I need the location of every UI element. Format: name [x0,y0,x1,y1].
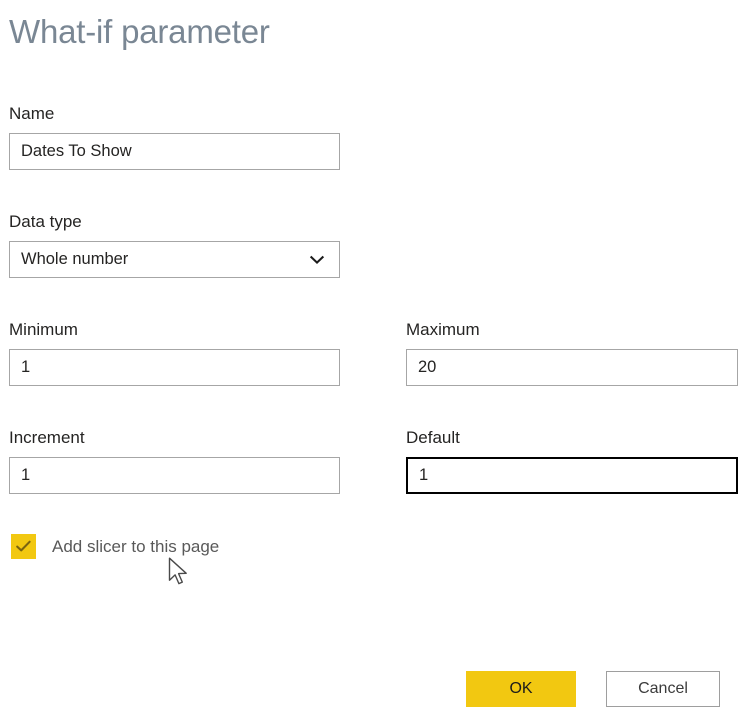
mouse-cursor [168,557,190,589]
cancel-button[interactable]: Cancel [606,671,720,707]
field-label-increment: Increment [9,428,85,447]
page-title: What-if parameter [9,13,270,50]
add-slicer-checkbox-row[interactable]: Add slicer to this page [11,534,219,559]
default-input[interactable]: 1 [406,457,738,494]
chevron-down-icon [308,251,326,269]
field-default: Default 1 [406,428,738,494]
field-label-default: Default [406,428,460,447]
field-label-maximum: Maximum [406,320,480,339]
increment-input-value: 1 [21,466,31,484]
name-input-value: Dates To Show [21,142,132,160]
field-maximum: Maximum 20 [406,320,738,386]
field-label-minimum: Minimum [9,320,78,339]
maximum-input-value: 20 [418,358,437,376]
minimum-input-value: 1 [21,358,31,376]
field-label-name: Name [9,104,55,123]
field-increment: Increment 1 [9,428,340,494]
add-slicer-checkbox[interactable] [11,534,36,559]
name-input[interactable]: Dates To Show [9,133,340,170]
field-minimum: Minimum 1 [9,320,340,386]
field-label-data-type: Data type [9,212,82,231]
data-type-select-value: Whole number [21,250,129,268]
checkmark-icon [16,540,31,552]
field-name: Name Dates To Show [9,104,340,170]
ok-button[interactable]: OK [466,671,576,707]
maximum-input[interactable]: 20 [406,349,738,386]
increment-input[interactable]: 1 [9,457,340,494]
dialog-footer: OK Cancel [0,671,743,711]
data-type-select[interactable]: Whole number [9,241,340,278]
add-slicer-checkbox-label: Add slicer to this page [52,536,220,556]
what-if-parameter-dialog: What-if parameter Name Dates To Show Dat… [0,0,743,720]
field-data-type: Data type Whole number [9,212,340,278]
default-input-value: 1 [419,466,429,484]
minimum-input[interactable]: 1 [9,349,340,386]
